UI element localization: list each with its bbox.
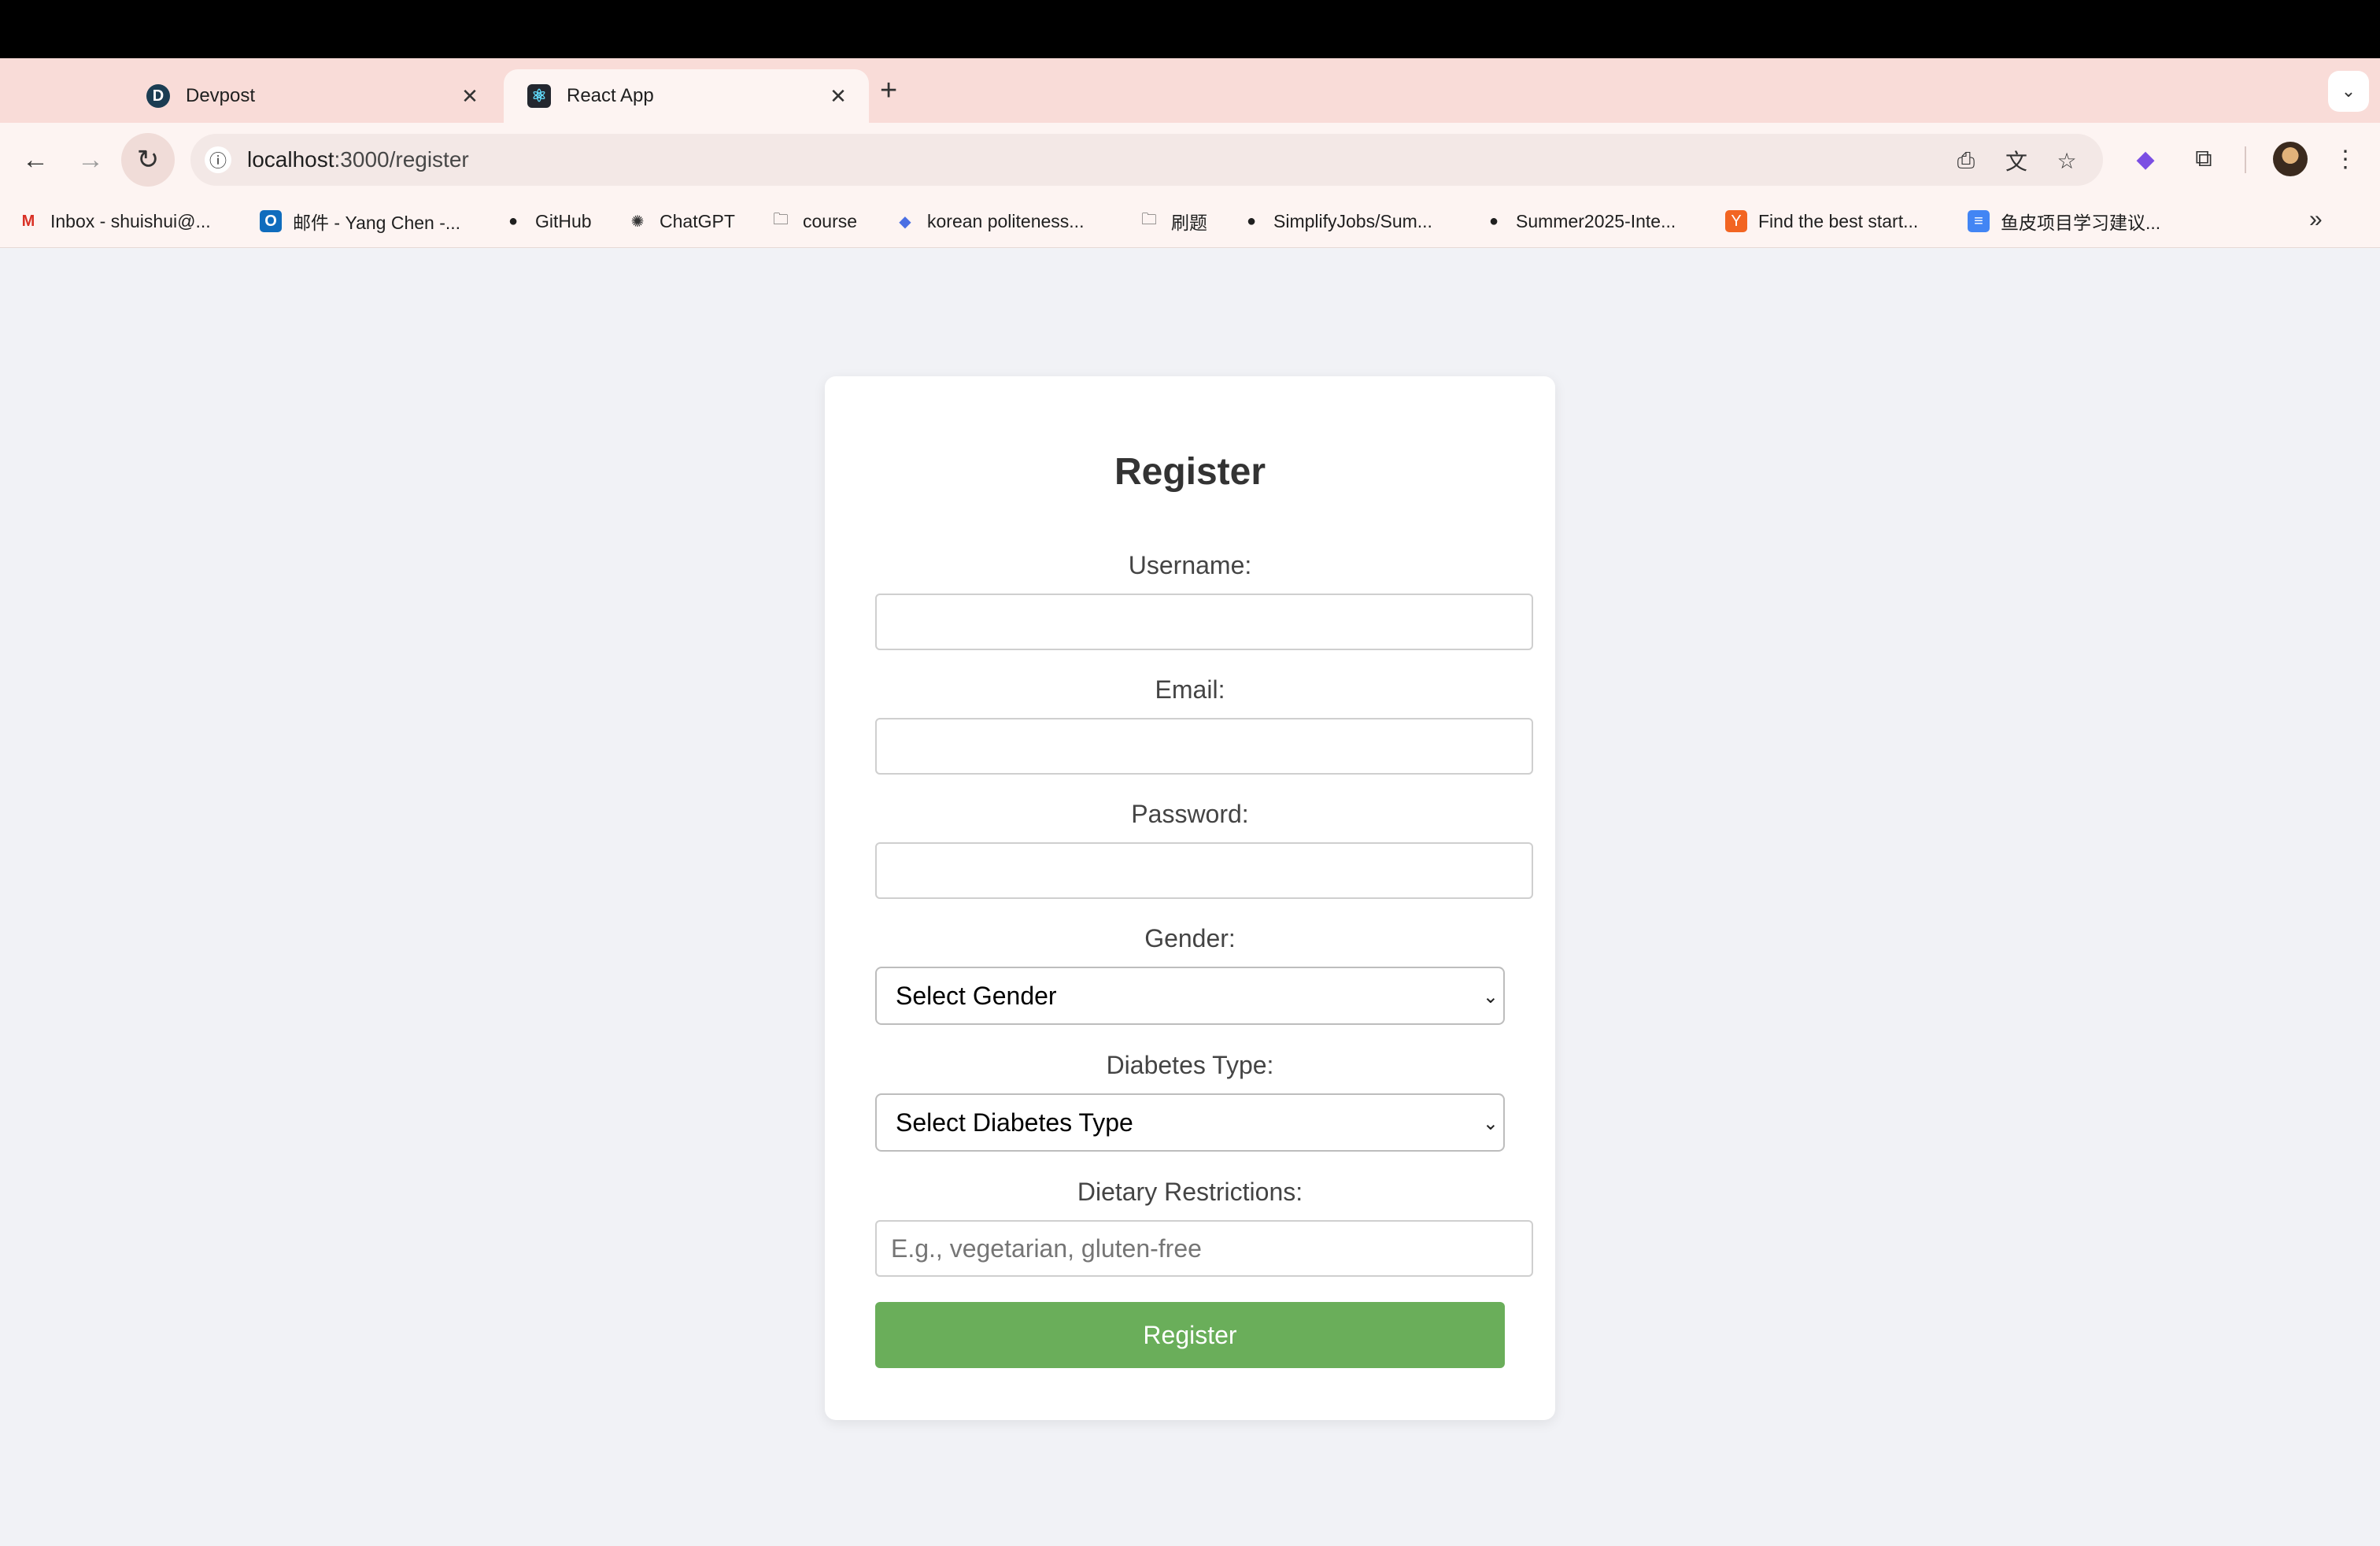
username-label: Username: [1128,551,1252,579]
tab-devpost[interactable]: D Devpost ✕ [123,69,501,123]
diabetes-type-select[interactable]: Select Diabetes Type ⌄ [875,1093,1505,1152]
outlook-icon: O [260,210,282,232]
diabetes-type-label: Diabetes Type: [1106,1051,1274,1079]
bookmark-label: SimplifyJobs/Sum... [1273,210,1432,231]
page-title: Register [1114,451,1266,493]
bookmark-label: Inbox - shuishui@... [50,210,211,231]
bookmark-yc[interactable]: Y Find the best start... [1725,206,1918,236]
password-input[interactable] [875,842,1533,899]
username-input[interactable] [875,594,1533,650]
tab-react-app[interactable]: ⚛ React App ✕ [504,69,869,123]
close-icon[interactable]: ✕ [826,84,850,109]
gmail-icon: M [21,212,35,230]
bookmark-korean-politeness[interactable]: ◆ korean politeness... [894,206,1084,236]
folder-icon: 🗀 [1141,211,1157,228]
bookmark-mail[interactable]: O 邮件 - Yang Chen -... [260,206,460,236]
bookmark-label: ChatGPT [660,210,735,231]
dietary-restrictions-input[interactable] [875,1220,1533,1277]
extension-app-icon[interactable]: ◆ [2128,142,2163,176]
bookmark-simplifyjobs[interactable]: ● SimplifyJobs/Sum... [1240,206,1432,236]
back-arrow-icon[interactable]: ← [16,140,55,179]
register-card: Register Username: Email: Password: Gend… [825,376,1555,1420]
google-docs-icon: ≡ [1968,210,1990,232]
ycombinator-icon: Y [1725,210,1747,232]
url-host: localhost [247,147,334,172]
bookmark-summer2025[interactable]: ● Summer2025-Inte... [1483,206,1676,236]
gender-select-value: Select Gender [896,981,1057,1010]
bookmark-folder-course[interactable]: 🗀 course [770,206,857,236]
browser-toolbar: ← → ↻ ⓘ localhost:3000/register ⎙ 文 ☆ ◆ … [0,123,2380,195]
kebab-menu-icon[interactable]: ⋮ [2328,142,2363,176]
system-top-bar [0,0,2380,58]
new-tab-icon[interactable]: + [880,71,897,110]
bookmark-label: 邮件 - Yang Chen -... [293,213,461,233]
url-path: :3000/register [334,147,469,172]
bookmark-inbox[interactable]: M Inbox - shuishui@... [17,206,211,236]
translate-icon[interactable]: 文 [2002,146,2031,175]
bookmark-chatgpt[interactable]: ✺ ChatGPT [626,206,735,236]
dietary-restrictions-label: Dietary Restrictions: [1077,1178,1303,1206]
forward-arrow-icon[interactable]: → [71,140,110,179]
bookmark-label: Summer2025-Inte... [1516,210,1676,231]
close-icon[interactable]: ✕ [458,84,482,109]
url-text[interactable]: localhost:3000/register [247,147,469,172]
password-label: Password: [1131,800,1249,828]
bookmark-label: korean politeness... [927,210,1085,231]
gender-select[interactable]: Select Gender ⌄ [875,967,1505,1025]
chevron-down-icon: ⌄ [1482,1113,1499,1134]
bookmark-label: GitHub [535,210,592,231]
chatgpt-icon: ✺ [630,213,645,231]
react-favicon-icon: ⚛ [527,84,551,108]
github-icon: ● [508,212,519,230]
install-app-icon[interactable]: ⎙ [1952,146,1980,175]
folder-icon: 🗀 [773,211,789,228]
github-icon: ● [1246,212,1257,230]
bookmark-github[interactable]: ● GitHub [502,206,592,236]
site-info-icon[interactable]: ⓘ [205,146,231,173]
github-icon: ● [1488,212,1499,230]
devpost-favicon-icon: D [146,84,170,108]
bookmark-label: 鱼皮项目学习建议... [2001,213,2161,233]
gender-label: Gender: [1144,924,1236,952]
bookmark-label: 刷题 [1171,213,1207,233]
toolbar-divider [2245,146,2246,173]
bookmark-folder-shuati[interactable]: 🗀 刷题 [1138,206,1207,236]
tab-title: React App [567,85,654,106]
bookmark-label: course [803,210,858,231]
chevron-down-icon: ⌄ [1482,986,1499,1008]
tab-title: Devpost [186,85,256,106]
more-bookmarks-icon[interactable]: » [2309,206,2323,233]
chevron-down-icon[interactable]: ⌄ [2328,71,2369,112]
diabetes-type-select-value: Select Diabetes Type [896,1108,1133,1137]
reload-icon[interactable]: ↻ [121,133,175,187]
bookmark-label: Find the best start... [1758,210,1919,231]
email-input[interactable] [875,718,1533,775]
email-label: Email: [1155,675,1225,704]
extensions-puzzle-icon[interactable]: ⧉ [2186,142,2221,176]
address-bar[interactable]: ⓘ localhost:3000/register ⎙ 文 ☆ [190,134,2103,186]
profile-avatar[interactable] [2273,142,2308,176]
tab-strip: D Devpost ✕ ⚛ React App ✕ [0,58,2380,123]
register-button[interactable]: Register [875,1302,1505,1368]
bookmark-site-icon: ◆ [899,213,911,231]
bookmark-docs[interactable]: ≡ 鱼皮项目学习建议... [1968,206,2160,236]
bookmark-star-icon[interactable]: ☆ [2053,146,2081,175]
